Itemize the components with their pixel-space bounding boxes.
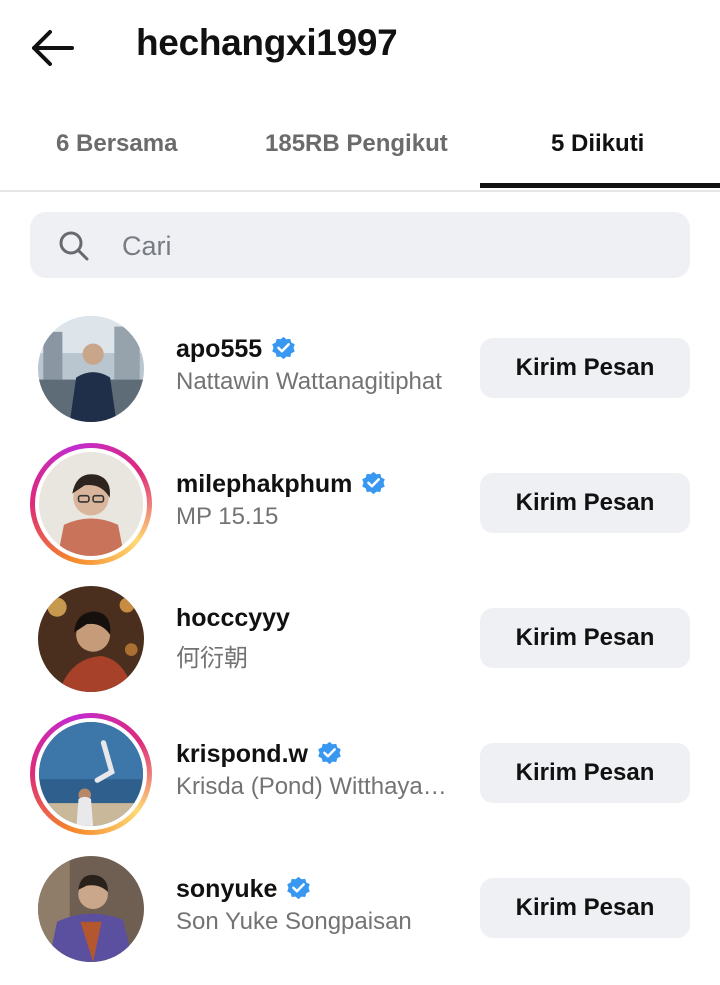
username-line[interactable]: hocccyyy: [176, 604, 290, 633]
tab-followers[interactable]: 185RB Pengikut: [265, 130, 448, 158]
list-item[interactable]: milephakphum MP 15.15 Kirim Pesan: [0, 435, 720, 570]
search-bar[interactable]: [30, 212, 690, 278]
list-item[interactable]: apo555 Nattawin Wattanagitiphat Kirim Pe…: [0, 300, 720, 435]
username: krispond.w: [176, 740, 308, 768]
username: milephakphum: [176, 470, 353, 498]
back-button[interactable]: [28, 26, 76, 70]
avatar: [35, 448, 147, 560]
full-name: 何衍朝: [176, 645, 248, 672]
avatar[interactable]: [30, 848, 152, 970]
full-name: Nattawin Wattanagitiphat: [176, 368, 442, 395]
full-name: Son Yuke Songpaisan: [176, 908, 412, 935]
verified-badge-icon: [272, 336, 295, 360]
full-name: Krisda (Pond) Witthayakhajorndet: [176, 773, 458, 800]
username-line[interactable]: krispond.w: [176, 739, 343, 769]
username-line[interactable]: apo555: [176, 334, 297, 364]
send-message-button[interactable]: Kirim Pesan: [480, 338, 690, 398]
verified-badge-icon: [318, 741, 341, 765]
avatar[interactable]: [30, 578, 152, 700]
tab-mutual[interactable]: 6 Bersama: [56, 130, 177, 158]
username-line[interactable]: sonyuke: [176, 874, 312, 904]
send-message-button[interactable]: Kirim Pesan: [480, 878, 690, 938]
send-message-button[interactable]: Kirim Pesan: [480, 473, 690, 533]
top-bar: hechangxi1997: [0, 0, 720, 95]
avatar-story-ring[interactable]: [30, 713, 152, 835]
avatar-story-ring[interactable]: [30, 443, 152, 565]
list-item[interactable]: krispond.w Krisda (Pond) Witthayakhajorn…: [0, 705, 720, 840]
tab-following[interactable]: 5 Diikuti: [551, 130, 644, 158]
page-title: hechangxi1997: [136, 22, 398, 63]
list-item[interactable]: hocccyyy 何衍朝 Kirim Pesan: [0, 570, 720, 705]
username: apo555: [176, 335, 263, 363]
active-tab-indicator: [480, 183, 720, 188]
search-icon: [59, 231, 89, 261]
avatar[interactable]: [30, 308, 152, 430]
verified-badge-icon: [287, 876, 311, 900]
send-message-button[interactable]: Kirim Pesan: [480, 608, 690, 668]
list-item[interactable]: sonyuke Son Yuke Songpaisan Kirim Pesan: [0, 840, 720, 975]
username-line[interactable]: milephakphum: [176, 469, 387, 499]
search-input[interactable]: [120, 222, 664, 270]
tab-bar: 6 Bersama 185RB Pengikut 5 Diikuti: [0, 110, 720, 192]
verified-badge-icon: [362, 471, 386, 495]
avatar: [35, 718, 147, 830]
full-name: MP 15.15: [176, 503, 279, 530]
send-message-button[interactable]: Kirim Pesan: [480, 743, 690, 803]
username: hocccyyy: [176, 604, 290, 632]
arrow-left-icon: [32, 30, 74, 66]
username: sonyuke: [176, 875, 278, 903]
